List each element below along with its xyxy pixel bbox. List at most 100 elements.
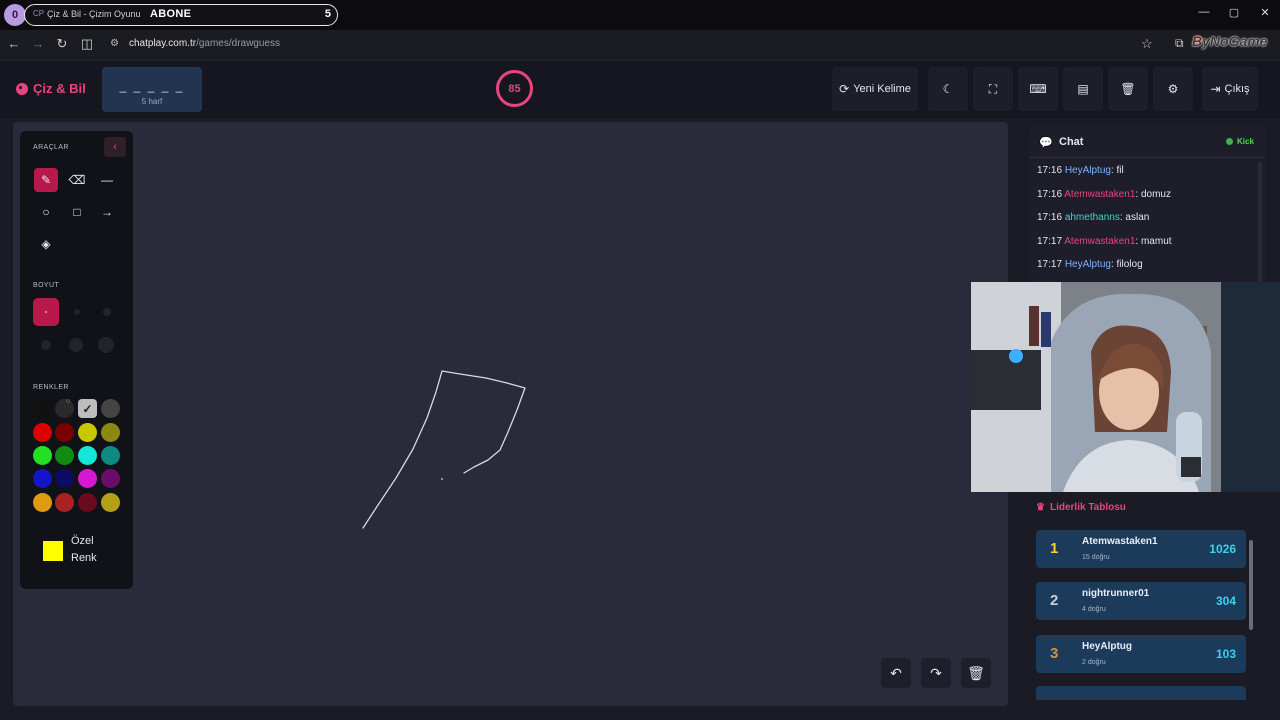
color-swatch[interactable]	[33, 493, 52, 512]
leaderboard-correct-count: 15 doğru	[1082, 554, 1110, 561]
chat-text: : aslan	[1119, 212, 1150, 224]
chat-time: 17:17	[1037, 259, 1063, 271]
paint-bucket-icon: ◈	[41, 237, 51, 251]
undo-button[interactable]: ↶	[881, 658, 911, 688]
leaderboard-score: 103	[1215, 647, 1236, 661]
tools-heading: ARAÇLAR	[33, 144, 69, 151]
color-swatch[interactable]	[101, 399, 120, 418]
color-swatch[interactable]	[78, 423, 97, 442]
leaderboard-row[interactable]: 3 HeyAlptug 2 doğru 103	[1036, 635, 1246, 673]
circle-tool[interactable]: ○	[34, 200, 58, 224]
color-swatch[interactable]	[33, 399, 52, 418]
custom-color-label[interactable]: Özel Renk	[71, 533, 97, 567]
leaderboard-title: ♛ Liderlik Tablosu	[1036, 502, 1126, 513]
rectangle-tool[interactable]: □	[65, 200, 89, 224]
chat-username[interactable]: HeyAlptug	[1065, 259, 1111, 270]
leaderboard-title-text: Liderlik Tablosu	[1049, 502, 1126, 513]
custom-color-label-line-2: Renk	[71, 552, 97, 564]
chat-message: 17:17 HeyAlptug: filolog	[1037, 259, 1143, 270]
app-root: 0 CP Çiz & Bil - Çizim Oyunu ABONE 5 — ▢…	[0, 0, 1280, 720]
status-dot	[1226, 138, 1233, 145]
chat-username[interactable]: Atemwastaken1	[1064, 189, 1135, 200]
chat-username[interactable]: Atemwastaken1	[1064, 236, 1135, 247]
arrow-tool[interactable]: →	[95, 200, 119, 224]
chat-text: : fil	[1110, 165, 1124, 176]
color-swatch[interactable]	[101, 469, 120, 488]
crown-icon: ♛	[1036, 502, 1045, 513]
color-swatch[interactable]	[55, 446, 74, 465]
chat-header: 💬 Chat Kick	[1029, 126, 1265, 158]
size-option-6[interactable]	[98, 337, 114, 353]
eraser-tool[interactable]: ⌫	[65, 168, 89, 192]
arrow-right-icon: →	[101, 205, 113, 219]
size-option-5[interactable]	[69, 338, 83, 352]
color-swatch[interactable]: ✓	[78, 399, 97, 418]
color-swatch[interactable]	[101, 423, 120, 442]
size-option-4[interactable]	[41, 340, 51, 350]
eraser-icon: ⌫	[68, 173, 86, 187]
collapse-panel-button[interactable]: ‹	[104, 137, 126, 157]
webcam-overlay	[971, 282, 1280, 492]
brush-icon: ✎	[40, 173, 52, 187]
leaderboard-name: HeyAlptug	[1082, 641, 1132, 652]
brush-tool[interactable]: ✎	[34, 168, 58, 192]
check-icon: ✓	[82, 401, 93, 416]
line-tool[interactable]: —	[95, 168, 119, 192]
leaderboard-correct-count: 4 doğru	[1082, 606, 1106, 613]
chat-time: 17:16	[1037, 188, 1063, 200]
chat-source-badge: Kick	[1237, 137, 1254, 146]
chat-text: : domuz	[1135, 188, 1171, 200]
color-swatch[interactable]	[33, 446, 52, 465]
color-swatch[interactable]	[55, 423, 74, 442]
chat-text: : filolog	[1110, 259, 1143, 271]
chat-message: 17:16 Atemwastaken1: domuz	[1037, 189, 1171, 200]
leaderboard-scroll-thumb[interactable]	[1249, 540, 1253, 630]
color-swatch[interactable]	[55, 469, 74, 488]
leaderboard-rank: 1	[1050, 540, 1059, 557]
chat-text: : mamut	[1135, 235, 1172, 247]
chat-username[interactable]: HeyAlptug	[1065, 165, 1111, 176]
trash-icon: 🗑	[967, 664, 985, 681]
color-swatch[interactable]	[101, 493, 120, 512]
chat-scrollbar[interactable]	[1258, 162, 1262, 282]
size-option-3[interactable]	[103, 308, 111, 316]
color-swatch[interactable]	[101, 446, 120, 465]
eyedropper-icon: ○	[66, 398, 71, 405]
chat-message: 17:16 ahmethanns: aslan	[1037, 212, 1149, 223]
square-icon: □	[73, 205, 81, 219]
leaderboard-score: 1026	[1209, 542, 1236, 556]
chat-message: 17:16 HeyAlptug: fil	[1037, 165, 1124, 176]
color-swatch[interactable]	[78, 493, 97, 512]
size-heading: BOYUT	[33, 282, 60, 289]
redo-button[interactable]: ↷	[921, 658, 951, 688]
clear-canvas-button[interactable]: 🗑	[961, 658, 991, 688]
leaderboard-correct-count: 2 doğru	[1082, 659, 1106, 666]
custom-color-label-line-1: Özel	[71, 535, 94, 547]
color-swatch[interactable]	[78, 469, 97, 488]
undo-icon: ↶	[890, 664, 902, 681]
leaderboard-row-partial[interactable]	[1036, 686, 1246, 700]
leaderboard-row[interactable]: 2 nightrunner01 4 doğru 304	[1036, 582, 1246, 620]
color-swatch[interactable]	[55, 493, 74, 512]
leaderboard-name: nightrunner01	[1082, 588, 1150, 599]
chat-message: 17:17 Atemwastaken1: mamut	[1037, 236, 1172, 247]
size-option-1[interactable]	[33, 298, 59, 326]
color-swatch[interactable]	[78, 446, 97, 465]
leaderboard-name: Atemwastaken1	[1082, 536, 1158, 547]
color-swatch[interactable]	[33, 469, 52, 488]
leaderboard-rank: 3	[1050, 645, 1059, 662]
chat-title: Chat	[1059, 136, 1084, 148]
custom-color-swatch[interactable]	[43, 541, 63, 561]
chat-panel: 💬 Chat Kick 17:16 HeyAlptug: fil 17:16 At…	[1029, 126, 1265, 286]
size-option-2[interactable]	[74, 309, 80, 315]
leaderboard-rank: 2	[1050, 592, 1059, 609]
colors-heading: RENKLER	[33, 384, 69, 391]
redo-icon: ↷	[930, 664, 942, 681]
fill-tool[interactable]: ◈	[34, 232, 58, 256]
color-swatch[interactable]	[33, 423, 52, 442]
leaderboard-row[interactable]: 1 Atemwastaken1 15 doğru 1026	[1036, 530, 1246, 568]
chat-username[interactable]: ahmethanns	[1065, 212, 1120, 223]
color-swatch[interactable]: ○	[55, 398, 74, 418]
line-icon: —	[101, 173, 113, 187]
tool-panel: ARAÇLAR ‹ ✎ ⌫ — ○ □ → ◈ BOYUT RENKLER ○ ✓…	[20, 131, 133, 589]
